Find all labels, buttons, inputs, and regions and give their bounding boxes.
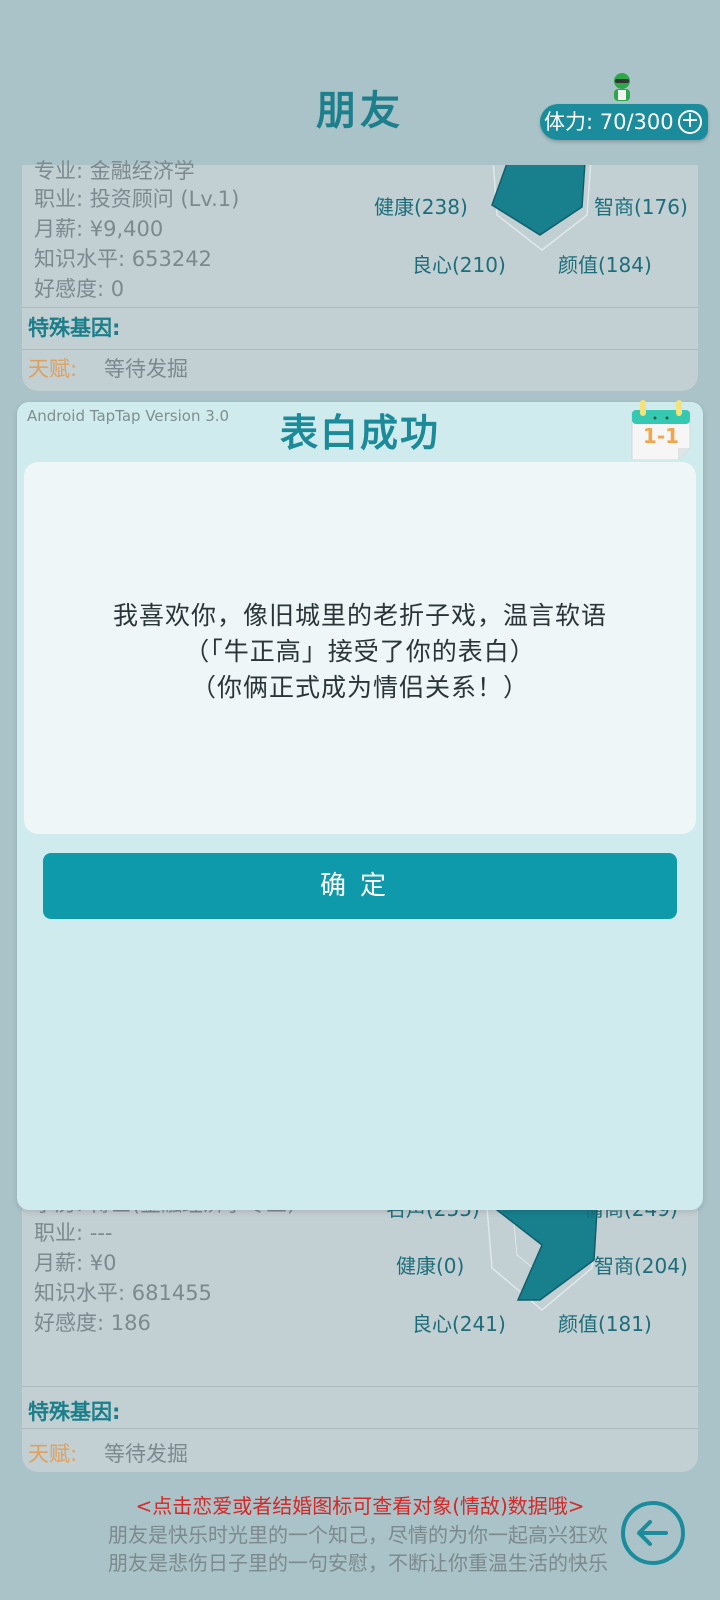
friend-knowledge: 知识水平: 653242 xyxy=(34,247,212,271)
calendar-badge: 1-1 xyxy=(630,398,696,460)
radar-label-health: 健康(0) xyxy=(396,1254,465,1278)
talent-label: 天赋: xyxy=(28,1442,78,1466)
special-gene-label: 特殊基因: xyxy=(28,1400,121,1424)
friend-knowledge: 知识水平: 681455 xyxy=(34,1281,212,1305)
avatar-icon[interactable] xyxy=(608,72,636,104)
stamina-display[interactable]: 体力: 70/300 + xyxy=(540,104,708,140)
footer-text: 朋友是快乐时光里的一个知己，尽情的为你一起高兴狂欢 xyxy=(108,1523,608,1547)
radar-label-conscience: 良心(241) xyxy=(412,1312,506,1336)
friend-salary: 月薪: ¥9,400 xyxy=(34,217,164,241)
friend-job: 职业: --- xyxy=(34,1221,113,1245)
back-arrow-icon[interactable] xyxy=(620,1500,686,1566)
friend-favor: 好感度: 186 xyxy=(34,1311,151,1335)
special-gene-label: 特殊基因: xyxy=(28,316,121,340)
stamina-label: 体力: 70/300 xyxy=(544,110,674,134)
dialog-message-line: 我喜欢你，像旧城里的老折子戏，温言软语 xyxy=(112,601,607,630)
talent-value: 等待发掘 xyxy=(104,1442,188,1466)
calendar-badge-label: 1-1 xyxy=(642,424,680,448)
footer-text: 朋友是悲伤日子里的一句安慰，不断让你重温生活的快乐 xyxy=(108,1551,608,1575)
talent-label: 天赋: xyxy=(28,357,78,381)
dialog-title: 表白成功 xyxy=(279,411,440,455)
divider xyxy=(22,307,698,308)
radar-label-iq: 智商(204) xyxy=(594,1254,688,1278)
radar-label-looks: 颜值(181) xyxy=(558,1312,652,1336)
divider xyxy=(22,1386,698,1387)
hint-text: <点击恋爱或者结婚图标可查看对象(情敌)数据哦> xyxy=(135,1494,585,1518)
friend-card[interactable]: 专业: 金融经济学 职业: 投资顾问 (Lv.1) 月薪: ¥9,400 知识水… xyxy=(22,159,698,391)
dialog-message-line: （你俩正式成为情侣关系！） xyxy=(190,673,529,702)
divider xyxy=(22,1428,698,1429)
radar-label-iq: 智商(176) xyxy=(594,195,688,219)
radar-label-conscience: 良心(210) xyxy=(412,253,506,277)
divider xyxy=(22,349,698,350)
talent-value: 等待发掘 xyxy=(104,357,188,381)
add-stamina-icon[interactable]: + xyxy=(678,110,702,134)
radar-label-looks: 颜值(184) xyxy=(558,253,652,277)
friend-favor: 好感度: 0 xyxy=(34,277,125,301)
radar-label-health: 健康(238) xyxy=(374,195,468,219)
friend-card[interactable]: 学历: 博士(金融经济学专业) 职业: --- 月薪: ¥0 知识水平: 681… xyxy=(22,1192,698,1472)
friend-major: 专业: 金融经济学 xyxy=(34,159,195,183)
friend-salary: 月薪: ¥0 xyxy=(34,1251,117,1275)
friend-job: 职业: 投资顾问 (Lv.1) xyxy=(34,187,240,211)
confirm-button[interactable]: 确定 xyxy=(43,853,677,919)
dialog-message-line: （「牛正高」接受了你的表白） xyxy=(184,637,536,666)
